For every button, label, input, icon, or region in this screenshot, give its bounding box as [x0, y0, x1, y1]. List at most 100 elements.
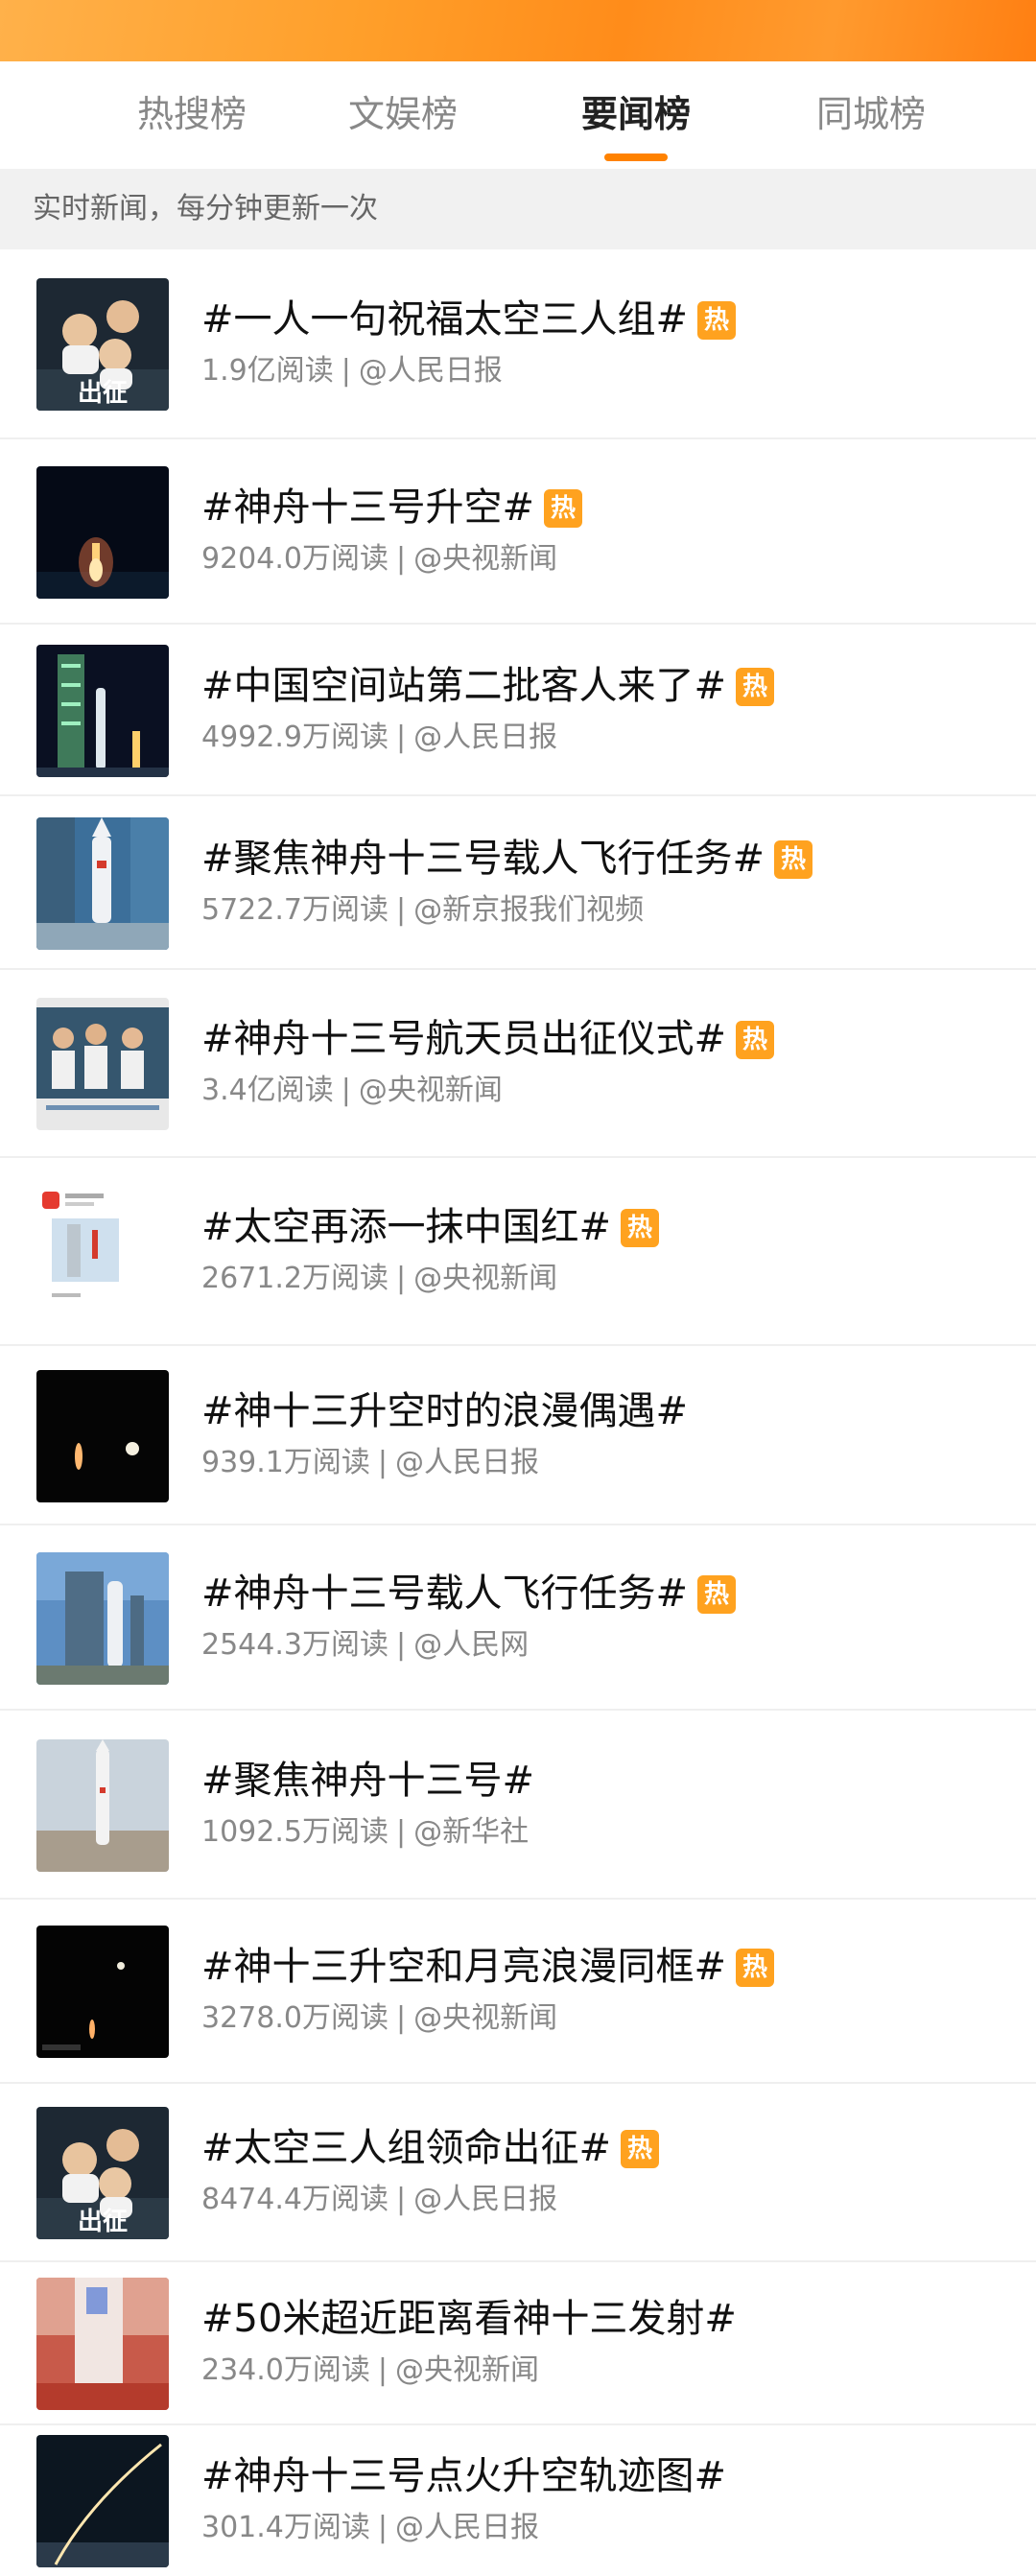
- news-meta: 3.4亿阅读 | @央视新闻: [201, 1072, 503, 1110]
- news-title[interactable]: #中国空间站第二批客人来了# 热: [201, 661, 775, 711]
- news-title-text: #神舟十三号载人飞行任务#: [201, 1572, 689, 1616]
- news-item[interactable]: #太空再添一抹中国红# 热 2671.2万阅读 | @央视新闻: [0, 1158, 1036, 1346]
- tab-local[interactable]: 同城榜: [785, 90, 957, 138]
- source-account[interactable]: @人民日报: [413, 2183, 557, 2216]
- source-account[interactable]: @新华社: [413, 1815, 529, 1849]
- news-thumbnail: [36, 645, 169, 777]
- ranking-tabs: 热搜榜 文娱榜 要闻榜 同城榜: [0, 61, 1036, 169]
- news-meta: 2544.3万阅读 | @人民网: [201, 1626, 529, 1665]
- news-title[interactable]: #聚焦神舟十三号#: [201, 1756, 534, 1806]
- news-meta: 1092.5万阅读 | @新华社: [201, 1813, 529, 1852]
- list-subheader: 实时新闻，每分钟更新一次: [0, 169, 1036, 249]
- news-meta: 4992.9万阅读 | @人民日报: [201, 719, 557, 757]
- news-thumbnail: [36, 1370, 169, 1502]
- news-meta: 234.0万阅读 | @央视新闻: [201, 2351, 539, 2390]
- news-title-text: #中国空间站第二批客人来了#: [201, 664, 727, 708]
- news-item[interactable]: 出征 #太空三人组领命出征# 热 8474.4万阅读 | @人民日报: [0, 2084, 1036, 2262]
- news-title-text: #神舟十三号升空#: [201, 485, 535, 530]
- read-count: 2544.3万阅读: [201, 1628, 388, 1662]
- source-account[interactable]: @央视新闻: [395, 2353, 539, 2387]
- news-thumbnail: [36, 998, 169, 1130]
- news-title-text: #太空再添一抹中国红#: [201, 1205, 612, 1249]
- news-thumbnail: [36, 466, 169, 599]
- subheader-text: 实时新闻，每分钟更新一次: [33, 192, 378, 225]
- meta-separator: |: [395, 2183, 407, 2216]
- meta-separator: |: [395, 1628, 407, 1662]
- read-count: 1.9亿阅读: [201, 354, 334, 388]
- news-title[interactable]: #神舟十三号航天员出征仪式# 热: [201, 1014, 775, 1064]
- news-thumbnail: [36, 2435, 169, 2567]
- meta-separator: |: [395, 721, 407, 754]
- tab-news[interactable]: 要闻榜: [550, 90, 722, 138]
- news-title[interactable]: #聚焦神舟十三号载人飞行任务# 热: [201, 834, 813, 884]
- thumbnail-caption: 出征: [78, 379, 128, 408]
- news-title[interactable]: #神十三升空时的浪漫偶遇#: [201, 1386, 688, 1436]
- read-count: 8474.4万阅读: [201, 2183, 388, 2216]
- news-item[interactable]: #神十三升空和月亮浪漫同框# 热 3278.0万阅读 | @央视新闻: [0, 1900, 1036, 2084]
- news-item[interactable]: #神舟十三号航天员出征仪式# 热 3.4亿阅读 | @央视新闻: [0, 970, 1036, 1158]
- news-title[interactable]: #神十三升空和月亮浪漫同框# 热: [201, 1942, 775, 1992]
- news-title-text: #神舟十三号航天员出征仪式#: [201, 1017, 727, 1061]
- news-thumbnail: [36, 2278, 169, 2410]
- source-account[interactable]: @人民网: [413, 1628, 529, 1662]
- meta-separator: |: [341, 354, 351, 388]
- news-item[interactable]: #神十三升空时的浪漫偶遇# 939.1万阅读 | @人民日报: [0, 1346, 1036, 1525]
- news-thumbnail: 出征: [36, 278, 169, 411]
- tab-entertainment[interactable]: 文娱榜: [317, 90, 489, 138]
- source-account[interactable]: @人民日报: [395, 2511, 539, 2544]
- hot-badge: 热: [544, 489, 583, 528]
- hot-badge: 热: [697, 301, 737, 340]
- news-title[interactable]: #50米超近距离看神十三发射#: [201, 2294, 737, 2344]
- news-item[interactable]: #聚焦神舟十三号# 1092.5万阅读 | @新华社: [0, 1711, 1036, 1900]
- news-thumbnail: [36, 1739, 169, 1872]
- news-title[interactable]: #神舟十三号载人飞行任务# 热: [201, 1569, 737, 1619]
- read-count: 5722.7万阅读: [201, 893, 388, 927]
- source-account[interactable]: @央视新闻: [359, 1074, 503, 1107]
- news-item[interactable]: #神舟十三号点火升空轨迹图# 301.4万阅读 | @人民日报: [0, 2425, 1036, 2576]
- news-title[interactable]: #神舟十三号升空# 热: [201, 483, 583, 532]
- news-title-text: #聚焦神舟十三号载人飞行任务#: [201, 837, 765, 881]
- news-title[interactable]: #太空再添一抹中国红# 热: [201, 1202, 660, 1252]
- hot-badge: 热: [621, 2130, 660, 2168]
- news-item[interactable]: 出征 #一人一句祝福太空三人组# 热 1.9亿阅读 | @人民日报: [0, 249, 1036, 439]
- news-meta: 2671.2万阅读 | @央视新闻: [201, 1260, 557, 1298]
- source-account[interactable]: @人民日报: [359, 354, 503, 388]
- news-title[interactable]: #一人一句祝福太空三人组# 热: [201, 295, 737, 344]
- news-meta: 5722.7万阅读 | @新京报我们视频: [201, 891, 644, 930]
- news-item[interactable]: #神舟十三号升空# 热 9204.0万阅读 | @央视新闻: [0, 439, 1036, 625]
- read-count: 234.0万阅读: [201, 2353, 370, 2387]
- source-account[interactable]: @央视新闻: [413, 2001, 557, 2035]
- news-item[interactable]: #50米超近距离看神十三发射# 234.0万阅读 | @央视新闻: [0, 2262, 1036, 2425]
- read-count: 3.4亿阅读: [201, 1074, 334, 1107]
- source-account[interactable]: @人民日报: [413, 721, 557, 754]
- hot-badge: 热: [697, 1575, 737, 1614]
- read-count: 2671.2万阅读: [201, 1262, 388, 1295]
- news-thumbnail: [36, 1926, 169, 2058]
- source-account[interactable]: @央视新闻: [413, 542, 557, 576]
- news-thumbnail: [36, 817, 169, 950]
- news-title[interactable]: #神舟十三号点火升空轨迹图#: [201, 2451, 726, 2501]
- hot-badge: 热: [736, 1949, 775, 1987]
- meta-separator: |: [395, 893, 407, 927]
- source-account[interactable]: @央视新闻: [413, 1262, 557, 1295]
- news-item[interactable]: #中国空间站第二批客人来了# 热 4992.9万阅读 | @人民日报: [0, 625, 1036, 796]
- news-title[interactable]: #太空三人组领命出征# 热: [201, 2123, 660, 2173]
- source-account[interactable]: @新京报我们视频: [413, 893, 644, 927]
- news-meta: 9204.0万阅读 | @央视新闻: [201, 540, 557, 579]
- read-count: 1092.5万阅读: [201, 1815, 388, 1849]
- hot-badge: 热: [736, 668, 775, 706]
- news-meta: 8474.4万阅读 | @人民日报: [201, 2181, 557, 2219]
- news-thumbnail: [36, 1186, 169, 1318]
- meta-separator: |: [377, 1446, 388, 1479]
- hot-badge: 热: [774, 840, 813, 879]
- read-count: 3278.0万阅读: [201, 2001, 388, 2035]
- news-title-text: #神十三升空时的浪漫偶遇#: [201, 1389, 689, 1433]
- meta-separator: |: [341, 1074, 351, 1107]
- meta-separator: |: [395, 1262, 407, 1295]
- tab-hot-search[interactable]: 热搜榜: [106, 90, 278, 138]
- news-item[interactable]: #聚焦神舟十三号载人飞行任务# 热 5722.7万阅读 | @新京报我们视频: [0, 796, 1036, 970]
- top-orange-band: [0, 0, 1036, 61]
- news-item[interactable]: #神舟十三号载人飞行任务# 热 2544.3万阅读 | @人民网: [0, 1525, 1036, 1711]
- source-account[interactable]: @人民日报: [395, 1446, 539, 1479]
- news-meta: 3278.0万阅读 | @央视新闻: [201, 1999, 557, 2038]
